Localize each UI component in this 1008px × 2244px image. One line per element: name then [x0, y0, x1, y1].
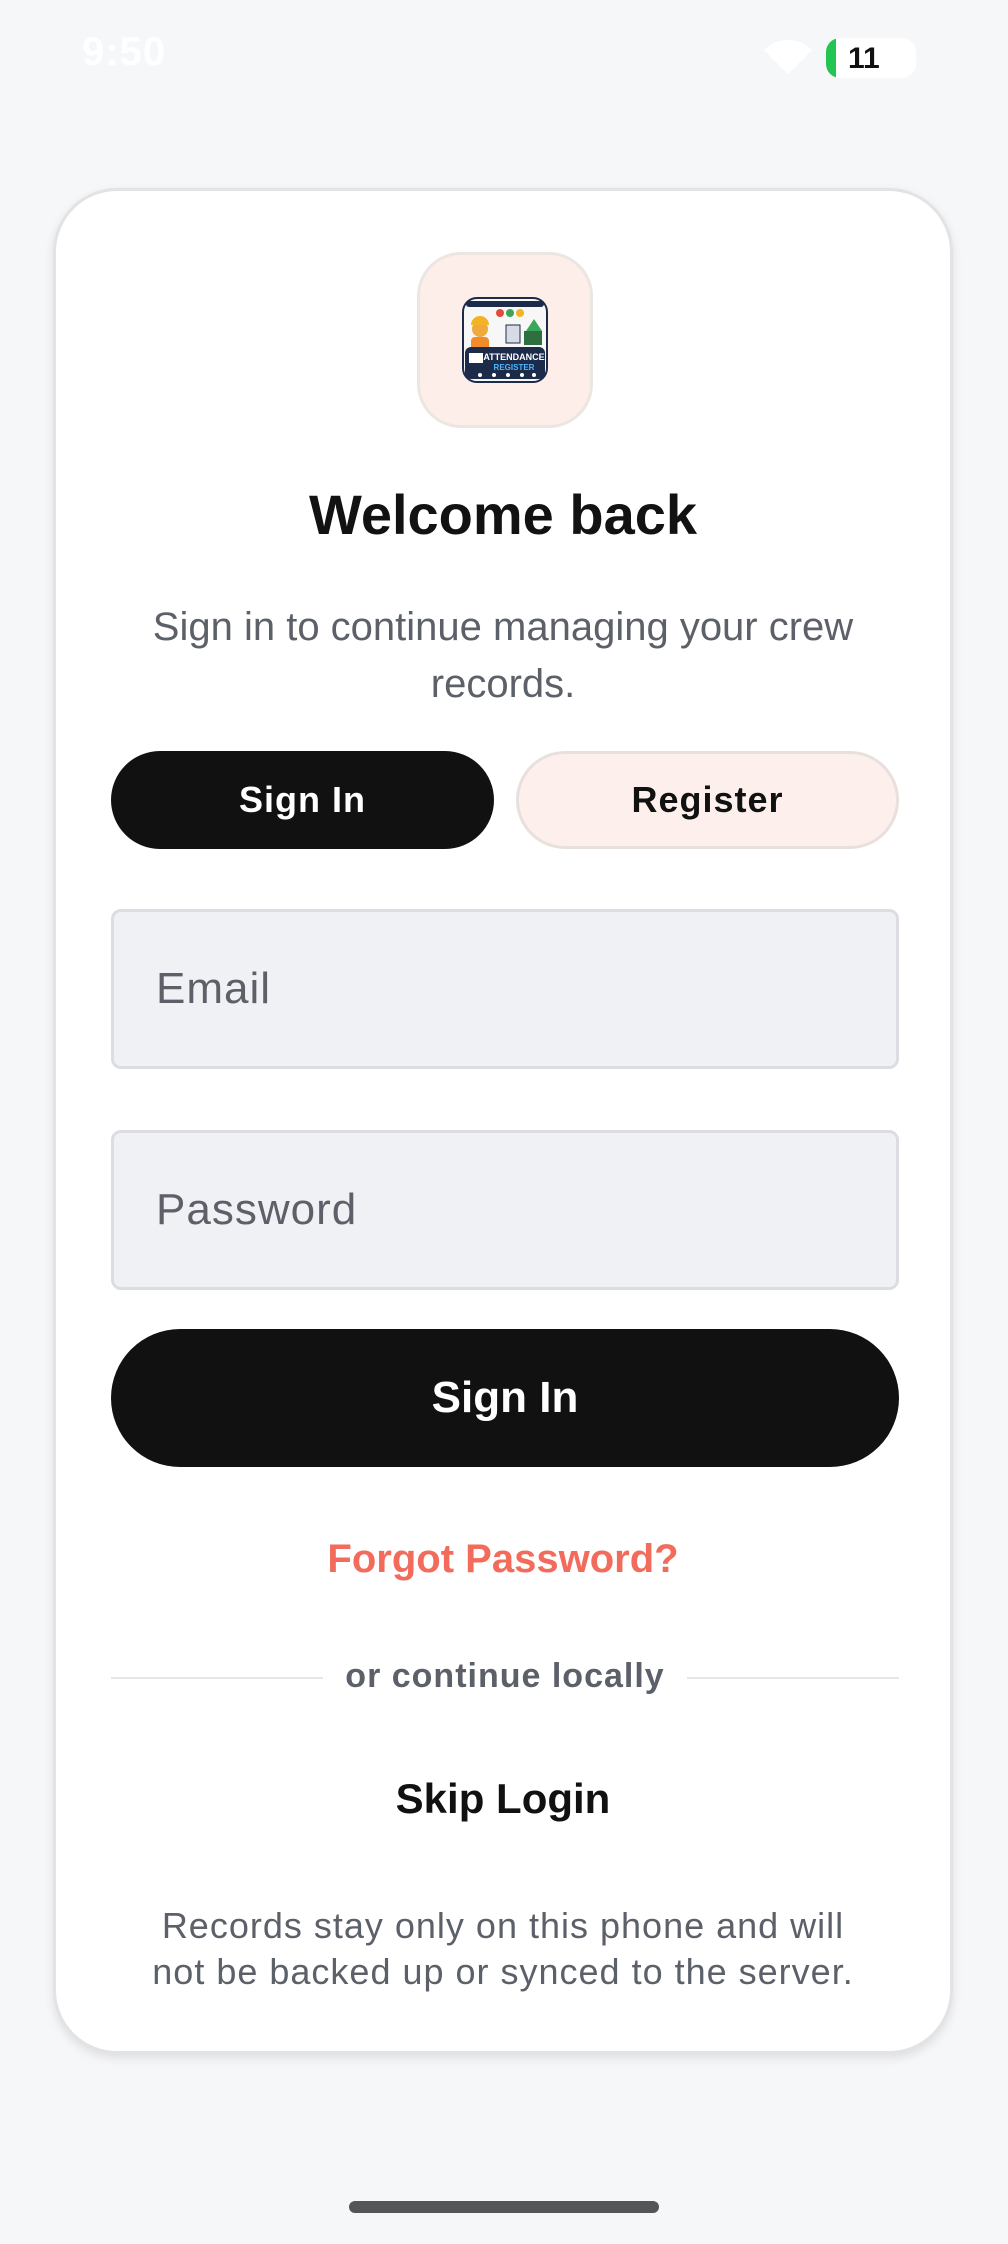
page-subtitle: Sign in to continue managing your crew r… [152, 605, 854, 706]
email-field[interactable] [114, 912, 896, 1066]
divider-label: or continue locally [345, 1657, 665, 1695]
battery-fill [826, 38, 836, 78]
battery-level: 11 [848, 42, 880, 75]
attendance-register-logo-icon: ATTENDANCE REGISTER [462, 297, 548, 383]
forgot-password-link[interactable]: Forgot Password? [56, 1537, 950, 1582]
password-field-container [111, 1130, 899, 1290]
login-card: ATTENDANCE REGISTER Welcome back Sign in… [53, 188, 953, 2054]
app-logo-container: ATTENDANCE REGISTER [417, 252, 593, 428]
tab-sign-in[interactable]: Sign In [111, 751, 494, 849]
divider-left [111, 1677, 323, 1679]
sign-in-button[interactable]: Sign In [111, 1329, 899, 1467]
divider-right [687, 1677, 899, 1679]
email-field-container [111, 909, 899, 1069]
battery-icon: 11 [826, 38, 916, 78]
password-field[interactable] [114, 1133, 896, 1287]
logo-text-register: REGISTER [494, 363, 535, 372]
logo-text-attendance: ATTENDANCE [483, 352, 544, 362]
skip-login-button[interactable]: Skip Login [56, 1775, 950, 1823]
status-bar: 9:50 11 [0, 0, 1008, 112]
local-storage-note: Records stay only on this phone and will… [152, 1905, 854, 1992]
tab-register[interactable]: Register [516, 751, 899, 849]
page-title: Welcome back [308, 483, 698, 546]
status-time: 9:50 [82, 30, 167, 74]
wifi-icon [764, 40, 812, 74]
home-indicator[interactable] [349, 2201, 659, 2213]
